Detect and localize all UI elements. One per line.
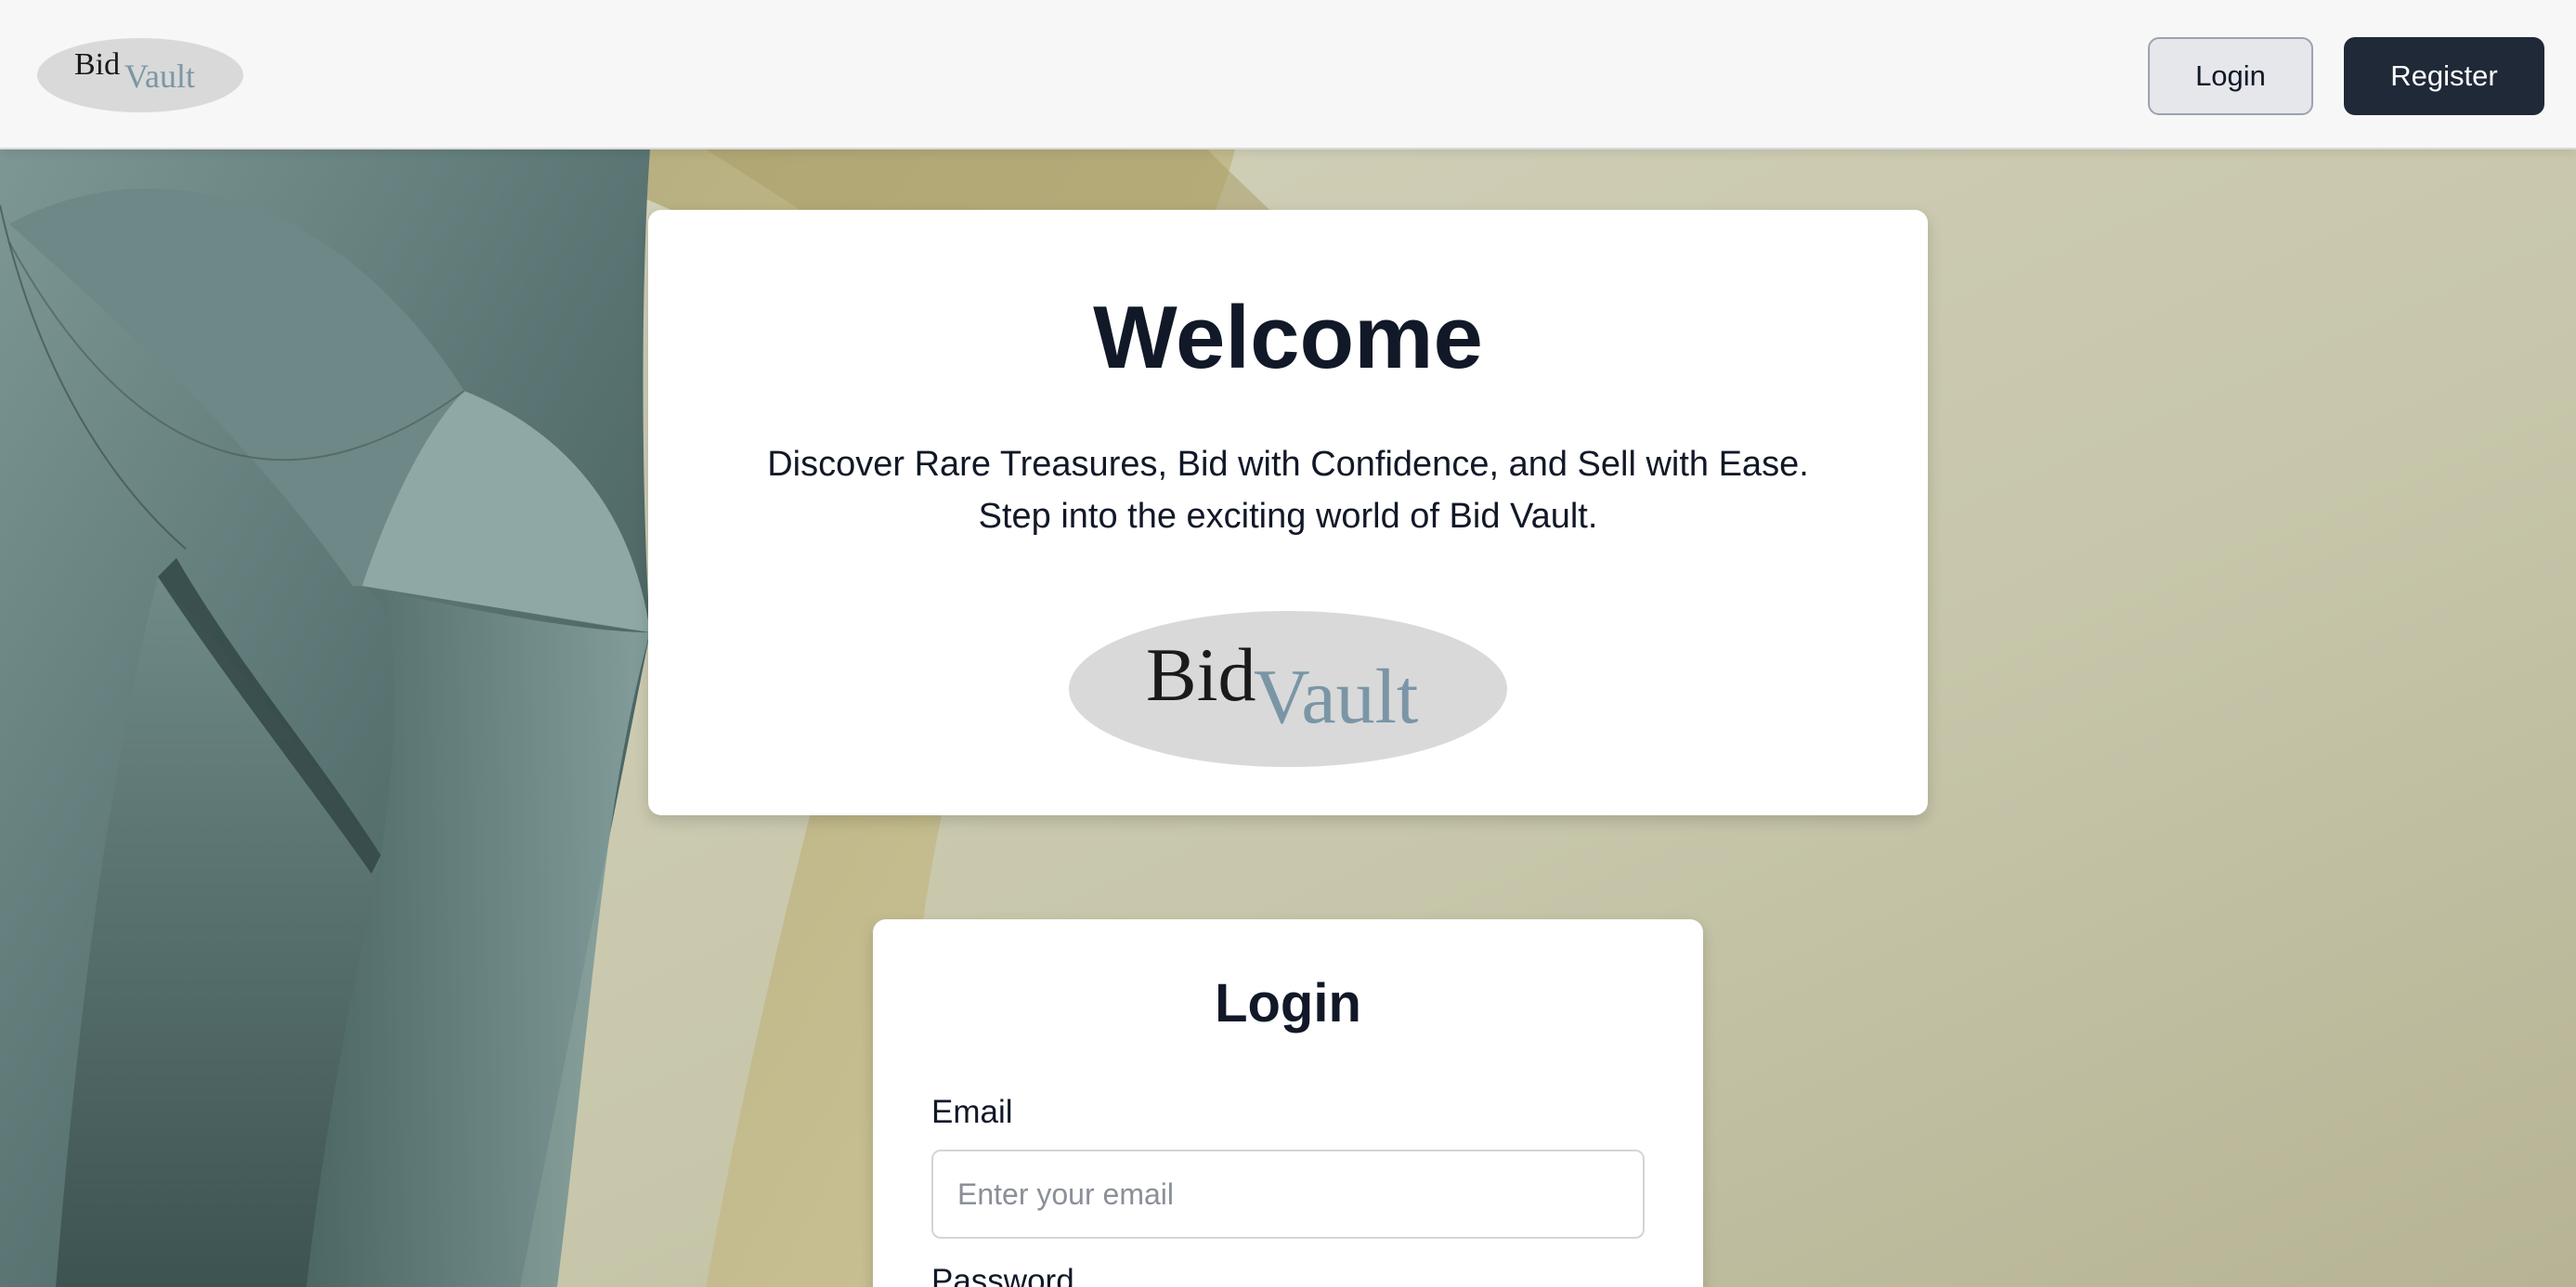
welcome-logo: Bid Vault <box>1069 611 1507 767</box>
navbar: Bid Vault Login Register <box>0 0 2576 150</box>
login-card: Login Email Password <box>873 919 1703 1287</box>
login-button[interactable]: Login <box>2148 37 2313 115</box>
email-input[interactable] <box>931 1150 1645 1239</box>
login-title: Login <box>1215 973 1361 1034</box>
password-label: Password <box>931 1263 1074 1287</box>
logo-text-bid: Bid <box>1146 632 1255 717</box>
email-label: Email <box>931 1094 1013 1130</box>
page: Bid Vault Login Register Welcome Discove… <box>0 0 2576 1287</box>
welcome-title: Welcome <box>1093 288 1483 387</box>
register-button[interactable]: Register <box>2344 37 2544 115</box>
welcome-description: Discover Rare Treasures, Bid with Confid… <box>648 438 1928 542</box>
welcome-line-1: Discover Rare Treasures, Bid with Confid… <box>767 445 1809 484</box>
logo-text-vault: Vault <box>124 58 195 95</box>
logo-text-bid: Bid <box>74 47 120 82</box>
logo-text-vault: Vault <box>1254 654 1418 740</box>
welcome-card: Welcome Discover Rare Treasures, Bid wit… <box>648 210 1928 815</box>
welcome-line-2: Step into the exciting world of Bid Vaul… <box>978 497 1598 536</box>
brand-logo[interactable]: Bid Vault <box>37 37 243 113</box>
